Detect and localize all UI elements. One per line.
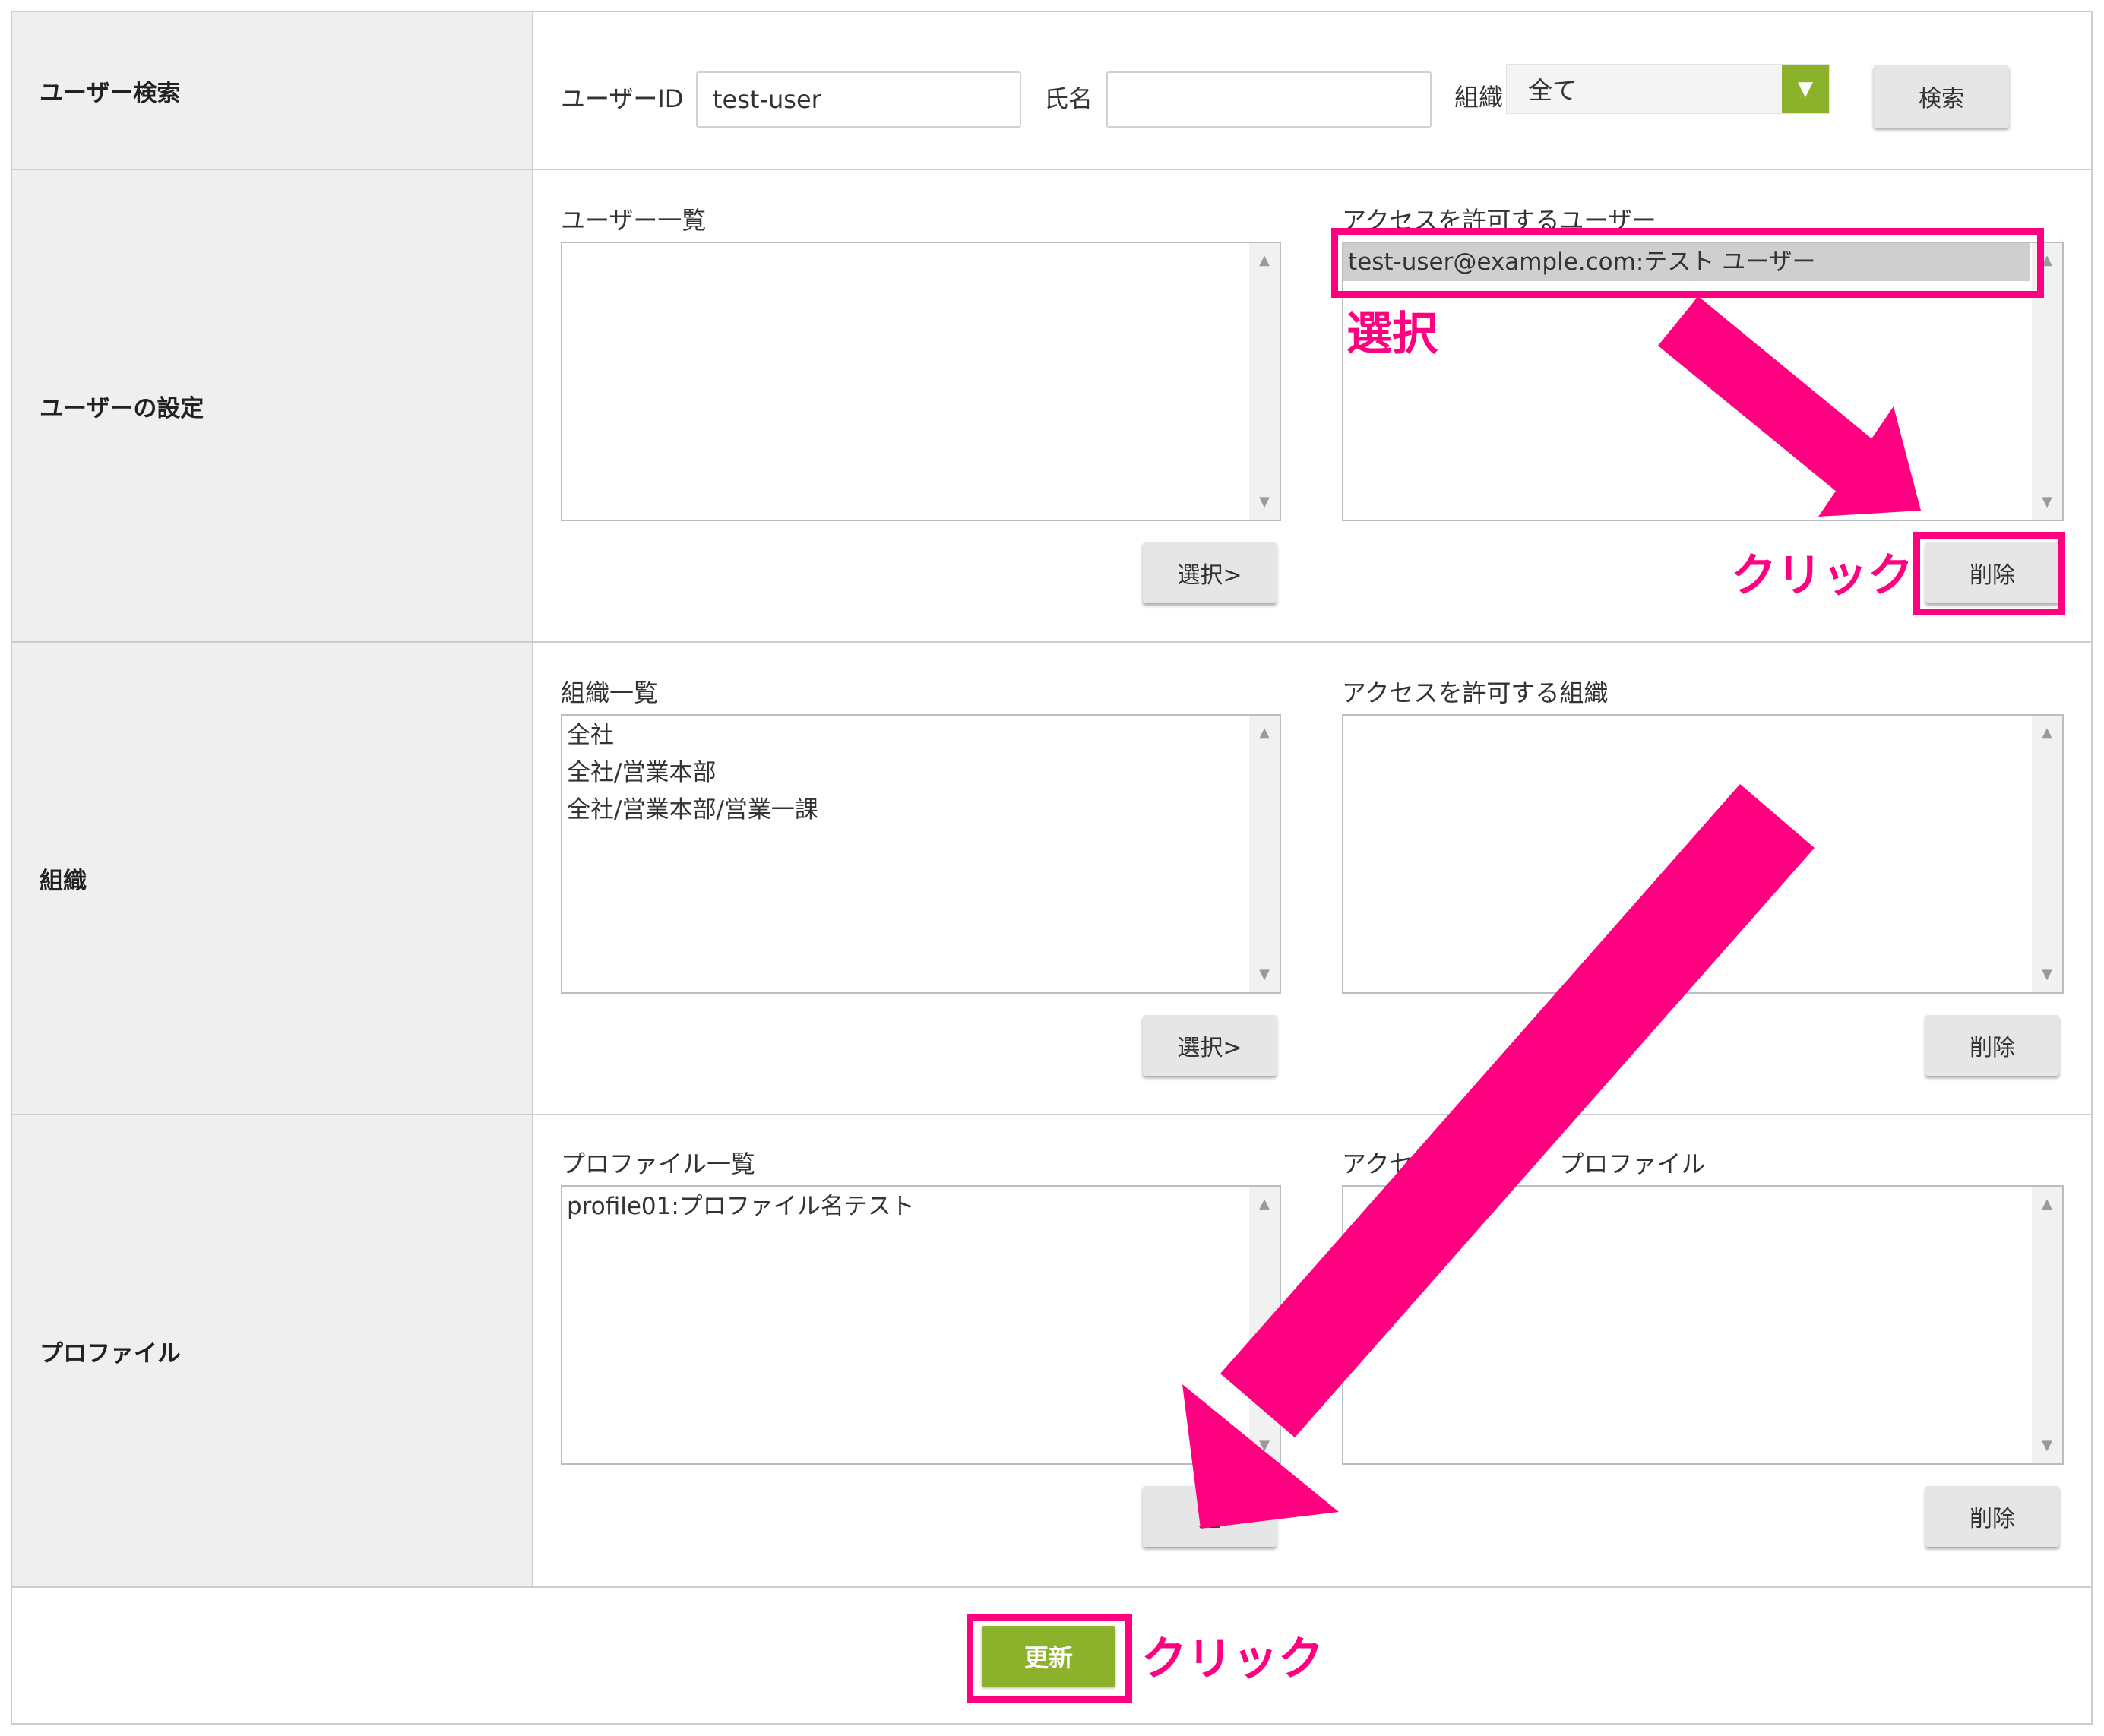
arrow-to-profile-select-shaft [1220, 784, 1815, 1437]
annotation-arrows [1182, 296, 1921, 1529]
